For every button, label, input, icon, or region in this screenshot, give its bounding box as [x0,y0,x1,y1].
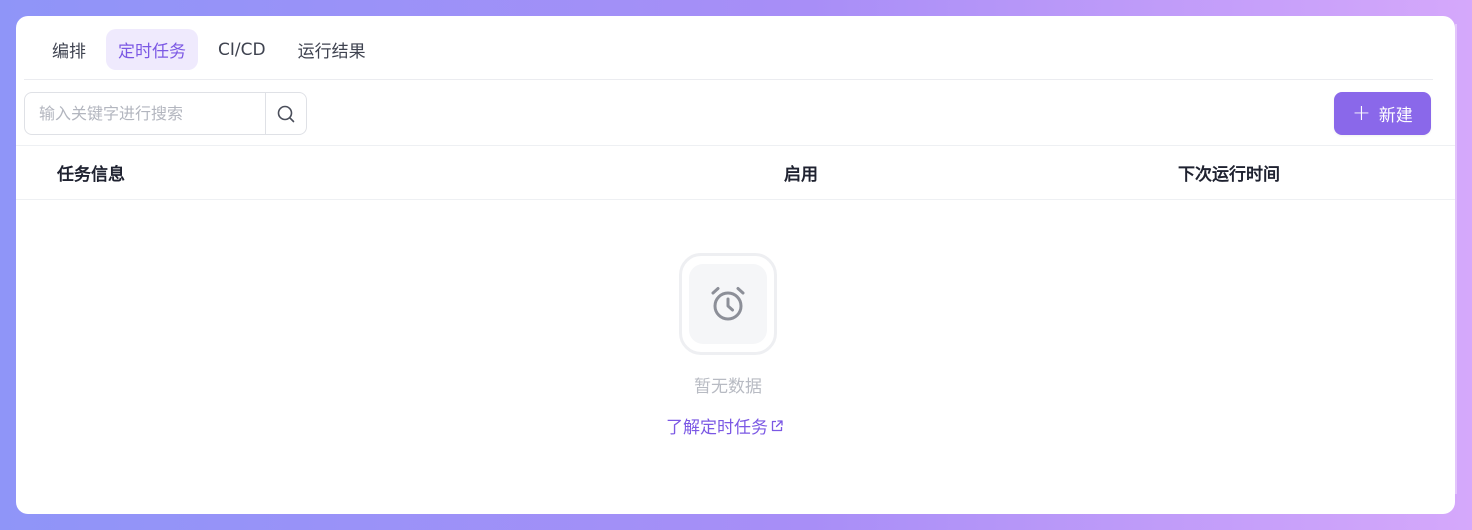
column-header-enabled: 启用 [784,165,818,185]
table-header: 任务信息 启用 下次运行时间 [16,146,1455,199]
search-icon [277,105,295,122]
new-task-button[interactable]: + 新建 [1334,92,1431,135]
scheduled-tasks-card: 编排 定时任务 CI/CD 运行结果 + 新建 任务信息 启用 下次运行时间 [16,16,1455,514]
plus-icon: + [1352,100,1371,126]
empty-state-illustration [679,253,777,355]
column-header-next-run-time: 下次运行时间 [1178,165,1280,185]
tab-run-results[interactable]: 运行结果 [286,29,378,70]
tab-orchestration[interactable]: 编排 [40,29,98,70]
empty-state-text: 暂无数据 [694,377,762,397]
alarm-clock-icon [711,287,745,321]
tab-bar: 编排 定时任务 CI/CD 运行结果 [40,29,378,70]
search-input[interactable] [25,93,265,134]
search-box [24,92,307,135]
learn-link-label: 了解定时任务 [666,418,768,438]
tab-scheduled-tasks[interactable]: 定时任务 [106,29,198,70]
scrollbar-track [1455,24,1457,494]
new-button-label: 新建 [1378,106,1413,126]
search-button[interactable] [265,93,306,134]
tabs-divider [24,79,1433,80]
external-link-icon [771,419,783,431]
learn-scheduled-tasks-link[interactable]: 了解定时任务 [666,413,784,438]
table-header-divider [16,199,1455,200]
tab-cicd[interactable]: CI/CD [206,29,278,70]
column-header-task-info: 任务信息 [57,165,125,185]
